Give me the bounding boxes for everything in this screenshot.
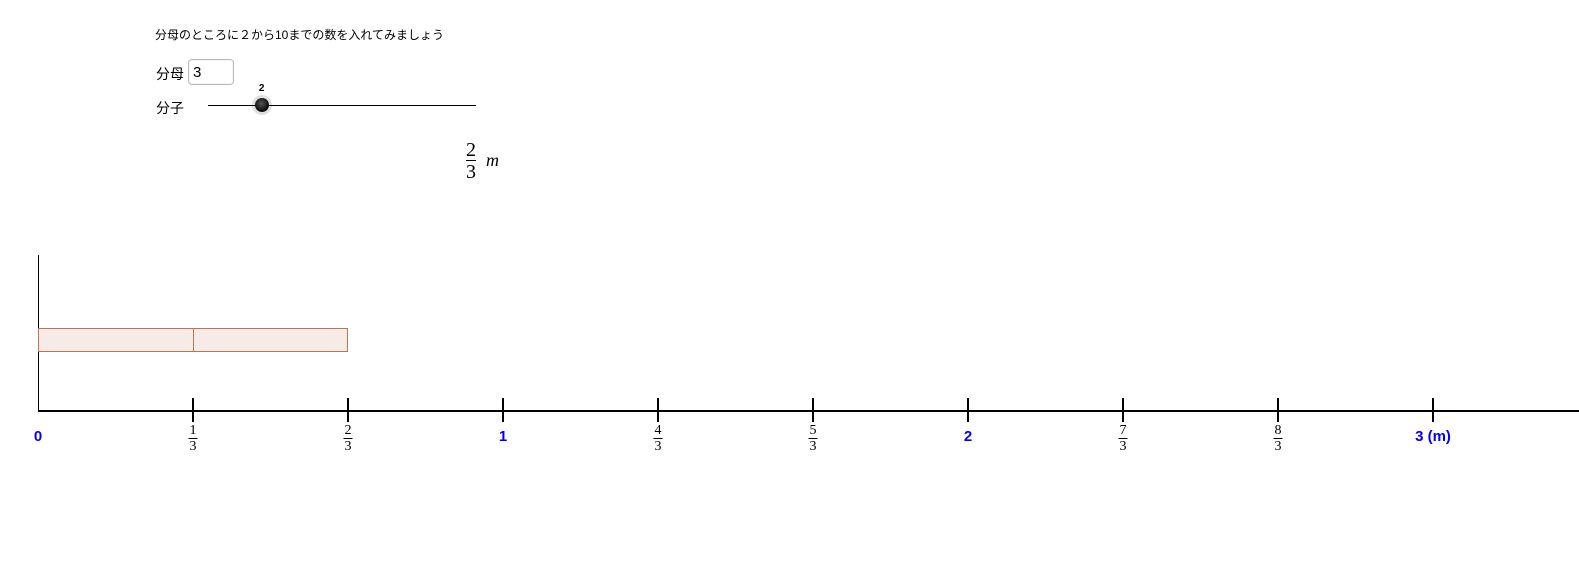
axis-label-int: 2 xyxy=(964,428,972,445)
axis-tick xyxy=(192,398,194,422)
axis-label-frac: 53 xyxy=(809,424,818,454)
fraction-bar xyxy=(38,328,348,352)
axis-label-frac: 83 xyxy=(1274,424,1283,454)
number-line-diagram: 0132314353273833 (m) xyxy=(0,0,1579,574)
axis-tick xyxy=(347,398,349,422)
axis-frac-num: 4 xyxy=(653,424,662,438)
axis-frac-den: 3 xyxy=(1274,438,1283,454)
axis-frac-den: 3 xyxy=(344,438,353,454)
axis-frac-num: 2 xyxy=(344,424,353,438)
axis-tick xyxy=(502,398,504,422)
axis-frac-num: 8 xyxy=(1274,424,1283,438)
axis-label-int: 1 xyxy=(499,428,507,445)
x-axis xyxy=(38,410,1579,412)
axis-label-int: 0 xyxy=(34,428,42,445)
axis-frac-den: 3 xyxy=(653,438,662,454)
fraction-bar-divider xyxy=(193,329,194,351)
axis-frac-den: 3 xyxy=(1118,438,1127,454)
axis-tick xyxy=(812,398,814,422)
axis-label-int: 3 (m) xyxy=(1415,428,1451,445)
axis-tick xyxy=(967,398,969,422)
axis-tick xyxy=(1122,398,1124,422)
axis-tick xyxy=(1432,398,1434,422)
axis-label-frac: 23 xyxy=(344,424,353,454)
axis-frac-den: 3 xyxy=(188,438,197,454)
axis-frac-num: 1 xyxy=(188,424,197,438)
axis-label-frac: 43 xyxy=(653,424,662,454)
axis-tick xyxy=(1277,398,1279,422)
axis-frac-num: 5 xyxy=(809,424,818,438)
axis-frac-den: 3 xyxy=(809,438,818,454)
axis-label-frac: 13 xyxy=(188,424,197,454)
axis-tick xyxy=(657,398,659,422)
axis-label-frac: 73 xyxy=(1118,424,1127,454)
axis-frac-num: 7 xyxy=(1118,424,1127,438)
